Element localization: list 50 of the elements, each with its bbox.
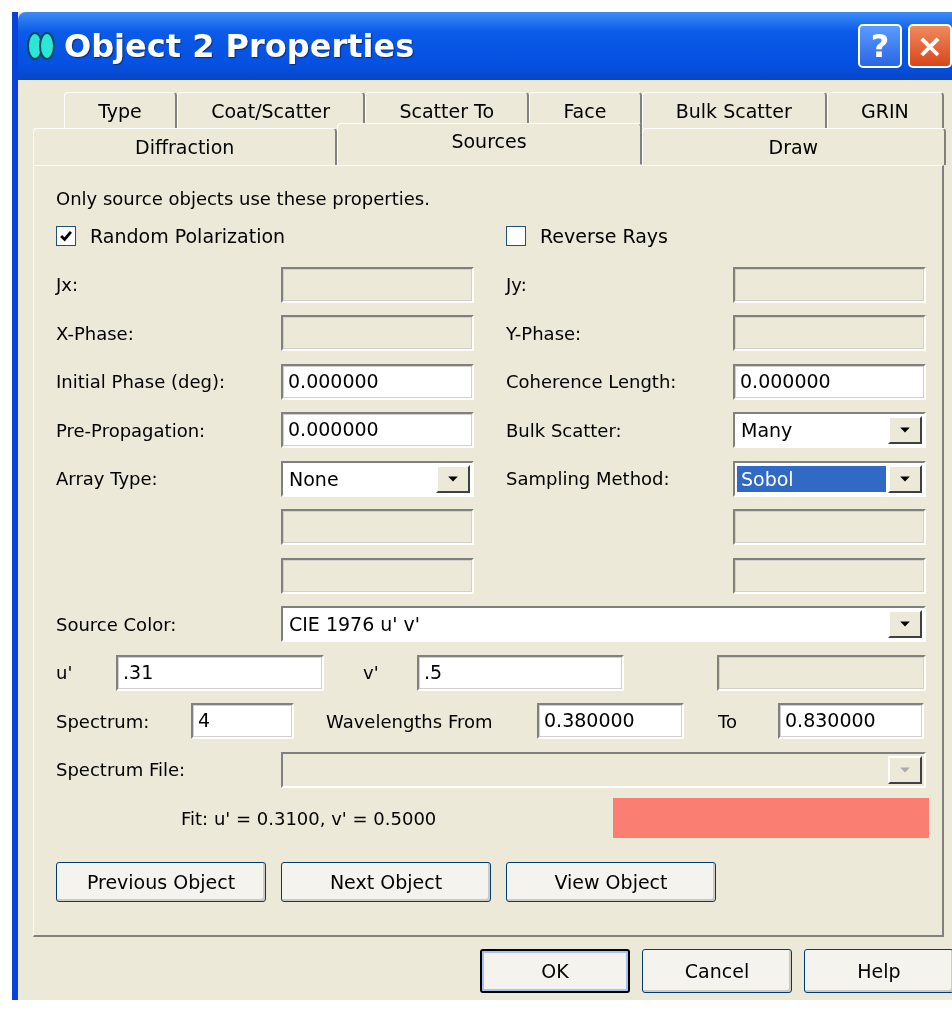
tab[interactable]: Draw — [641, 128, 946, 165]
input-field[interactable]: 0.830000 — [778, 703, 924, 740]
field-label: Spectrum File: — [56, 759, 187, 781]
dialog-button[interactable]: Cancel — [642, 949, 792, 993]
field-label: X-Phase: — [56, 322, 135, 344]
field-label: Jx: — [56, 274, 80, 296]
field-label: v' — [363, 662, 380, 684]
lens-icon — [26, 31, 56, 61]
field-label: u' — [56, 662, 74, 684]
field-label: Pre-Propagation: — [56, 419, 207, 441]
tab[interactable]: Coat/Scatter — [177, 92, 366, 128]
checkbox[interactable]: Reverse Rays — [506, 225, 926, 248]
input-field[interactable]: 0.000000 — [281, 412, 474, 449]
input-field[interactable]: 0.000000 — [281, 363, 474, 400]
field-label: Y-Phase: — [506, 322, 583, 344]
info-text: Only source objects use these properties. — [56, 187, 431, 208]
input-field[interactable]: 0.380000 — [537, 703, 684, 740]
input-field[interactable]: .31 — [116, 654, 324, 691]
input-field[interactable]: 4 — [191, 703, 294, 740]
fit-result-text: Fit: u' = 0.3100, v' = 0.5000 — [181, 807, 438, 829]
window-title: Object 2 Properties — [64, 27, 415, 65]
field-label: Sampling Method: — [506, 468, 671, 490]
field-label: Array Type: — [56, 468, 159, 490]
object-button[interactable]: View Object — [506, 862, 716, 902]
dropdown[interactable]: Many — [733, 412, 926, 449]
tab[interactable]: Bulk Scatter — [641, 92, 827, 128]
field-label: Jy: — [506, 274, 528, 296]
checkbox[interactable]: Random Polarization — [56, 225, 474, 248]
dropdown[interactable]: None — [281, 460, 474, 497]
object-button[interactable]: Next Object — [281, 862, 491, 902]
input-field[interactable]: .5 — [417, 654, 624, 691]
tab[interactable]: GRIN — [826, 92, 944, 128]
dropdown[interactable]: Sobol — [733, 460, 926, 497]
tab[interactable]: Diffraction — [33, 128, 338, 165]
tab[interactable]: Type — [64, 92, 177, 128]
dialog-button[interactable]: OK — [480, 949, 630, 993]
help-button[interactable]: ? — [858, 24, 902, 68]
field-label: Bulk Scatter: — [506, 419, 623, 441]
field-label: Source Color: — [56, 613, 178, 635]
input-field[interactable]: 0.000000 — [733, 363, 926, 400]
field-label: Coherence Length: — [506, 371, 678, 393]
object-button[interactable]: Previous Object — [56, 862, 266, 902]
field-label: Spectrum: — [56, 710, 151, 732]
tab[interactable]: Sources — [337, 123, 642, 165]
field-label: To — [718, 710, 738, 732]
field-label: Initial Phase (deg): — [56, 371, 227, 393]
dropdown[interactable]: CIE 1976 u' v' — [281, 606, 926, 643]
dialog-button[interactable]: Help — [804, 949, 952, 993]
field-label: Wavelengths From — [326, 710, 494, 732]
checkmark-icon — [59, 229, 73, 244]
